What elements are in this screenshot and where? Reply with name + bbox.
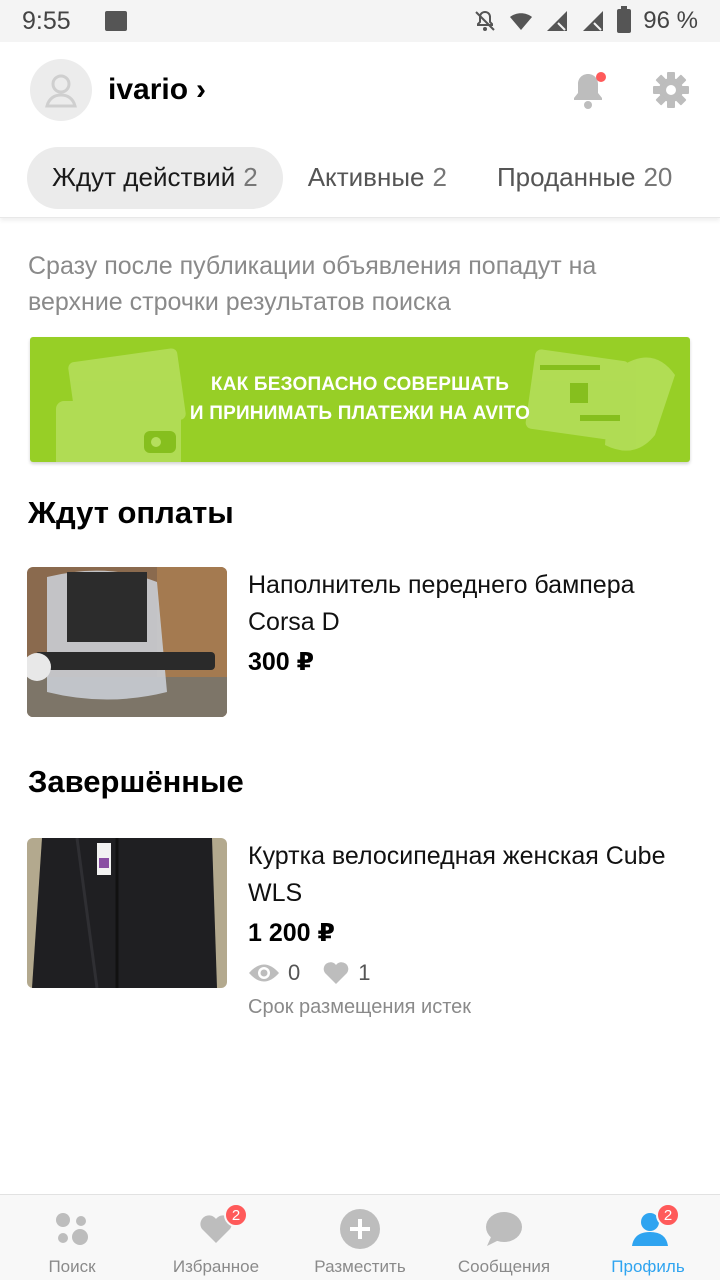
tab-label: Ждут действий: [52, 162, 236, 192]
tab-count: 2: [432, 162, 447, 192]
profile-header: ivario ›: [0, 42, 720, 138]
banner-text: КАК БЕЗОПАСНО СОВЕРШАТЬ И ПРИНИМАТЬ ПЛАТ…: [30, 370, 690, 428]
listing-price: 300 ₽: [248, 648, 315, 676]
profile-badge: 2: [656, 1203, 680, 1227]
signal-2-icon: [583, 11, 604, 31]
notification-dot: [596, 72, 606, 82]
listing-tabs: Ждут действий 2 Активные 2 Проданные 20: [0, 138, 720, 218]
eye-icon: [249, 964, 279, 982]
tab-awaiting-action[interactable]: Ждут действий 2: [27, 146, 283, 209]
signal-icon: [547, 11, 568, 31]
notifications-off-icon: [475, 10, 496, 31]
section-title-completed: Завершённые: [28, 764, 244, 799]
status-bar: 9:55 96 %: [0, 0, 720, 42]
banner-line-1: КАК БЕЗОПАСНО СОВЕРШАТЬ: [210, 374, 510, 395]
chat-icon: [486, 1212, 522, 1246]
safe-payments-banner[interactable]: КАК БЕЗОПАСНО СОВЕРШАТЬ И ПРИНИМАТЬ ПЛАТ…: [30, 337, 690, 462]
listing-stats: 0 1: [248, 960, 393, 986]
favorites-badge: 2: [224, 1203, 248, 1227]
nav-label: Профиль: [611, 1257, 685, 1276]
tab-sold[interactable]: Проданные 20: [472, 147, 697, 209]
battery-icon: [617, 6, 632, 33]
search-icon: [56, 1213, 88, 1245]
bottom-navigation: Поиск 2 Избранное Разместить Сообщения 2…: [0, 1194, 720, 1280]
nav-label: Разместить: [314, 1257, 406, 1276]
avatar[interactable]: [30, 59, 92, 121]
image-notification-icon: [104, 11, 127, 31]
listing-price: 1 200 ₽: [248, 919, 335, 947]
wifi-icon: [510, 13, 533, 30]
plus-icon: [340, 1209, 380, 1249]
username[interactable]: ivario: [108, 73, 188, 107]
nav-label: Избранное: [172, 1257, 260, 1276]
listing-photo: [27, 838, 227, 988]
status-icons: 96 %: [473, 6, 698, 35]
favorites-count: 1: [358, 960, 371, 985]
battery-level: 96 %: [643, 7, 698, 34]
nav-search[interactable]: Поиск: [0, 1195, 144, 1280]
nav-messages[interactable]: Сообщения: [432, 1195, 576, 1280]
banner-line-2: И ПРИНИМАТЬ ПЛАТЕЖИ НА AVITO: [189, 403, 531, 424]
tab-active[interactable]: Активные 2: [283, 147, 472, 209]
notifications-button[interactable]: [570, 70, 606, 110]
status-time: 9:55: [22, 6, 71, 35]
listing-title: Куртка велосипедная женская Cube WLS: [248, 842, 666, 907]
listing-item[interactable]: Наполнитель переднего бампера Corsa D 30…: [27, 567, 697, 717]
tab-count: 2: [243, 162, 258, 192]
section-title-awaiting-payment: Ждут оплаты: [28, 495, 234, 530]
views-count: 0: [288, 960, 301, 985]
nav-post[interactable]: Разместить: [288, 1195, 432, 1280]
user-placeholder-icon: [45, 74, 77, 108]
tab-label: Активные: [307, 162, 425, 192]
listing-status: Срок размещения истек: [248, 996, 471, 1018]
tab-count: 20: [643, 162, 673, 192]
chevron-right-icon[interactable]: ›: [196, 73, 206, 107]
nav-label: Сообщения: [457, 1257, 551, 1276]
listing-title: Наполнитель переднего бампера Corsa D: [248, 571, 635, 636]
promotion-hint: Сразу после публикации объявления попаду…: [28, 252, 597, 316]
nav-label: Поиск: [48, 1257, 96, 1276]
listing-photo: [27, 567, 227, 717]
heart-icon: [323, 962, 349, 984]
nav-profile[interactable]: 2 Профиль: [576, 1195, 720, 1280]
listing-item[interactable]: Куртка велосипедная женская Cube WLS 1 2…: [27, 838, 697, 1028]
settings-gear-icon[interactable]: [652, 71, 690, 109]
nav-favorites[interactable]: 2 Избранное: [144, 1195, 288, 1280]
tab-label: Проданные: [496, 162, 636, 192]
